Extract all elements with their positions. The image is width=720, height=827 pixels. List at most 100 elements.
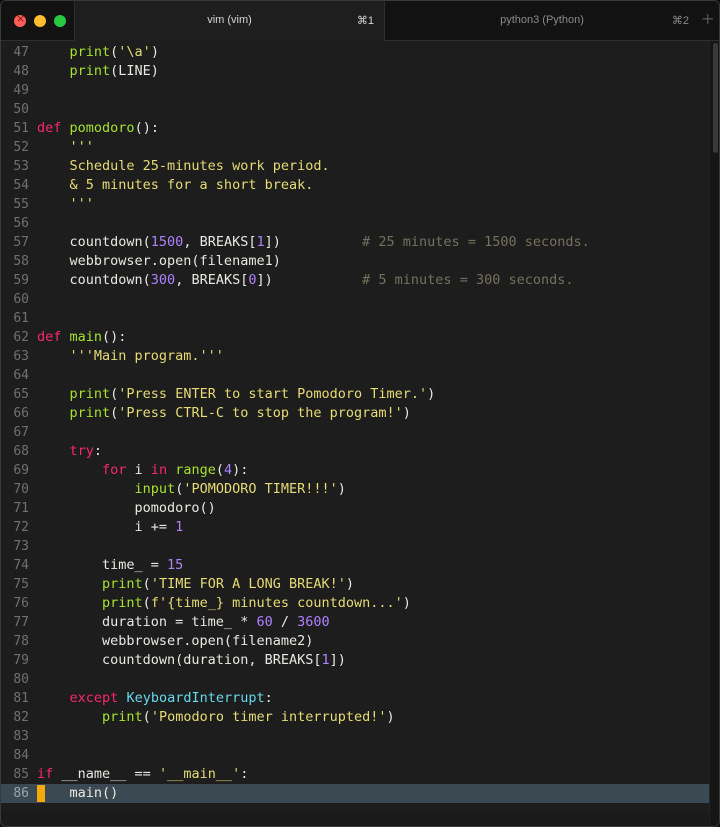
code-line[interactable]: 85 if __name__ == '__main__':	[1, 765, 709, 784]
line-number: 81	[13, 691, 29, 706]
code-line[interactable]: 48 print(LINE)	[1, 62, 709, 81]
code-text: print('TIME FOR A LONG BREAK!')	[37, 575, 354, 594]
code-line[interactable]: 71 pomodoro()	[1, 499, 709, 518]
code-text: webbrowser.open(filename2)	[37, 632, 313, 651]
line-number: 55	[13, 197, 29, 212]
code-token: )	[386, 709, 395, 725]
code-line[interactable]: 72 i += 1	[1, 518, 709, 537]
code-token: '\a'	[118, 44, 151, 60]
code-line[interactable]: 53 Schedule 25-minutes work period.	[1, 157, 709, 176]
code-line[interactable]: 65 print('Press ENTER to start Pomodoro …	[1, 385, 709, 404]
code-line[interactable]: 55 '''	[1, 195, 709, 214]
code-line[interactable]: 78 webbrowser.open(filename2)	[1, 632, 709, 651]
line-number: 57	[13, 235, 29, 250]
line-number: 67	[13, 425, 29, 440]
code-text: for i in range(4):	[37, 461, 248, 480]
code-line[interactable]: 82 print('Pomodoro timer interrupted!')	[1, 708, 709, 727]
code-line[interactable]: 74 time_ = 15	[1, 556, 709, 575]
code-line[interactable]: 58 webbrowser.open(filename1)	[1, 252, 709, 271]
line-number: 78	[13, 634, 29, 649]
code-token: print	[69, 44, 111, 60]
code-line[interactable]: 49	[1, 81, 709, 100]
line-number: 59	[13, 273, 29, 288]
code-token: except	[69, 690, 119, 706]
code-token: input	[134, 481, 176, 497]
code-token: # 25 minutes = 1500 seconds.	[362, 234, 590, 250]
code-text: except KeyboardInterrupt:	[37, 689, 273, 708]
code-token: , BREAKS[	[183, 234, 257, 250]
new-tab-plus-icon[interactable]: +	[701, 9, 714, 28]
code-line[interactable]: 57 countdown(1500, BREAKS[1]) # 25 minut…	[1, 233, 709, 252]
code-token: f'{time_} minutes countdown...'	[150, 595, 403, 611]
code-token: )	[345, 576, 355, 592]
code-line[interactable]: 54 & 5 minutes for a short break.	[1, 176, 709, 195]
code-token: :	[264, 690, 273, 706]
code-line[interactable]: 79 countdown(duration, BREAKS[1])	[1, 651, 709, 670]
bottom-bar	[1, 811, 709, 826]
line-number: 69	[13, 463, 29, 478]
code-line[interactable]: 70 input('POMODORO TIMER!!!')	[1, 480, 709, 499]
code-line[interactable]: 86 main()	[1, 784, 709, 803]
code-line[interactable]: 50	[1, 100, 709, 119]
code-token: 15	[167, 557, 184, 573]
code-line[interactable]: 63 '''Main program.'''	[1, 347, 709, 366]
code-text: main()	[37, 784, 119, 803]
code-text: & 5 minutes for a short break.	[37, 176, 314, 195]
code-line[interactable]: 59 countdown(300, BREAKS[0]) # 5 minutes…	[1, 271, 709, 290]
maximize-window-icon[interactable]	[54, 15, 66, 27]
tab-vim[interactable]: vim (vim) ⌘1	[74, 1, 385, 41]
code-token: print	[102, 595, 143, 611]
code-line[interactable]: 73	[1, 537, 709, 556]
code-token: print	[69, 405, 111, 421]
code-line[interactable]: 64	[1, 366, 709, 385]
code-line[interactable]: 62 def main():	[1, 328, 709, 347]
code-line[interactable]: 81 except KeyboardInterrupt:	[1, 689, 709, 708]
vertical-scrollbar[interactable]	[709, 41, 719, 826]
minimize-window-icon[interactable]	[34, 15, 46, 27]
code-token: if	[37, 766, 54, 782]
code-text: countdown(duration, BREAKS[1])	[37, 651, 346, 670]
code-line[interactable]: 83	[1, 727, 709, 746]
code-token: )	[402, 595, 411, 611]
code-text: i += 1	[37, 518, 184, 537]
code-line[interactable]: 77 duration = time_ * 60 / 3600	[1, 613, 709, 632]
vim-editor-buffer[interactable]: 47 print('\a') 48 print(LINE) 49 50 51 def po…	[1, 41, 709, 811]
code-line[interactable]: 67	[1, 423, 709, 442]
code-line[interactable]: 61	[1, 309, 709, 328]
code-token: webbrowser.open(filename2)	[37, 633, 314, 649]
code-token: '''	[37, 196, 94, 212]
code-token: ])	[256, 272, 363, 288]
code-line[interactable]: 84	[1, 746, 709, 765]
code-line[interactable]: 60	[1, 290, 709, 309]
line-number: 70	[13, 482, 29, 497]
code-line[interactable]: 75 print('TIME FOR A LONG BREAK!')	[1, 575, 709, 594]
code-token: 'POMODORO TIMER!!!'	[183, 481, 338, 497]
code-line[interactable]: 69 for i in range(4):	[1, 461, 709, 480]
code-text: try:	[37, 442, 103, 461]
code-line[interactable]: 76 print(f'{time_} minutes countdown...'…	[1, 594, 709, 613]
code-token: 'TIME FOR A LONG BREAK!'	[150, 576, 346, 592]
code-line[interactable]: 56	[1, 214, 709, 233]
code-line[interactable]: 80	[1, 670, 709, 689]
code-line[interactable]: 47 print('\a')	[1, 43, 709, 62]
code-token: ])	[264, 234, 363, 250]
code-line[interactable]: 52 '''	[1, 138, 709, 157]
code-token: print	[102, 576, 143, 592]
tab-python3[interactable]: python3 (Python) ⌘2	[385, 1, 699, 41]
code-token: pomodoro	[69, 120, 135, 136]
close-window-icon[interactable]	[14, 12, 26, 27]
line-number: 49	[13, 83, 29, 98]
scrollbar-thumb[interactable]	[713, 43, 718, 153]
tab-shortcut: ⌘2	[671, 15, 689, 27]
code-line[interactable]: 68 try:	[1, 442, 709, 461]
code-line[interactable]: 51 def pomodoro():	[1, 119, 709, 138]
code-token: 'Pomodoro timer interrupted!'	[150, 709, 387, 725]
code-token: __name__ ==	[53, 766, 159, 782]
code-line[interactable]: 66 print('Press CTRL-C to stop the progr…	[1, 404, 709, 423]
code-token: KeyboardInterrupt	[126, 690, 265, 706]
